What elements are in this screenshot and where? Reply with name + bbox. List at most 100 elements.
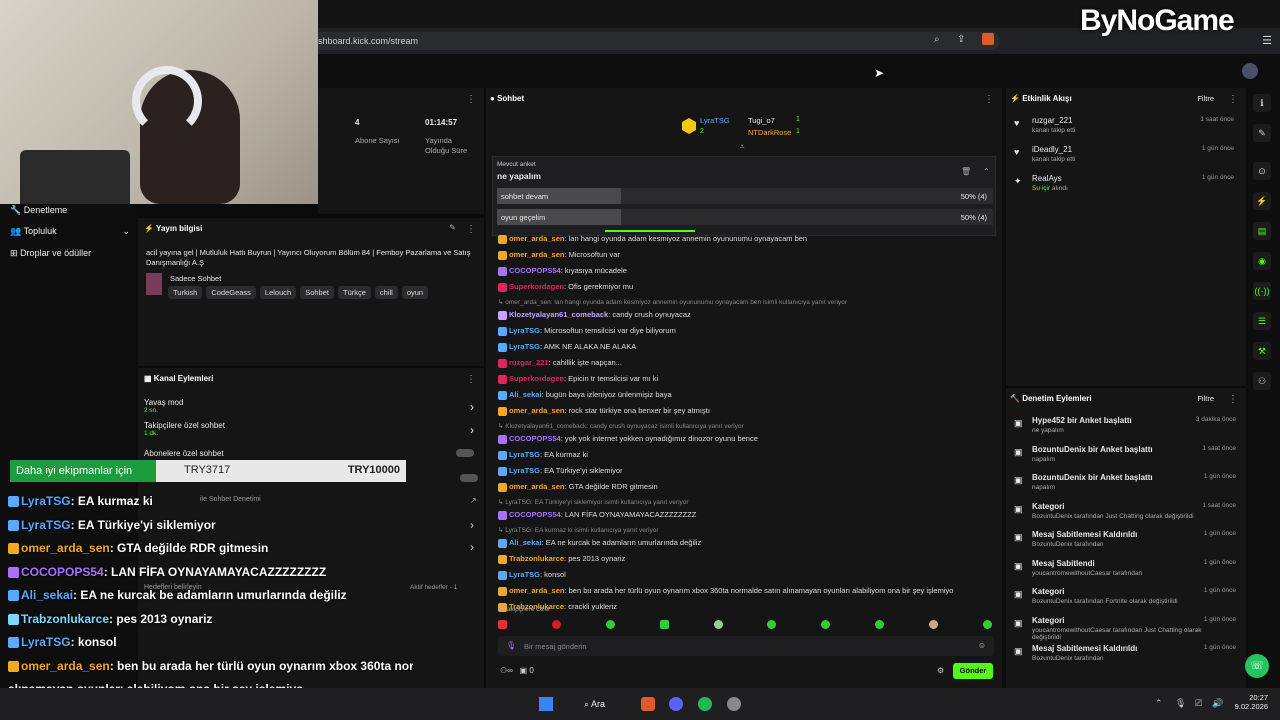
mic-icon[interactable]: 🎙 (506, 641, 516, 650)
chat-username[interactable]: Trabzonlukarce (509, 554, 564, 563)
chat-username[interactable]: Ali_sekai (509, 538, 542, 547)
chat-username[interactable]: LyraTSG (509, 570, 540, 579)
start-icon[interactable] (539, 697, 553, 711)
filter-button[interactable]: Filtre (1197, 94, 1214, 103)
chat-text: : EA ne kurcak be adamların umurlarında … (541, 538, 702, 547)
brave-icon[interactable] (641, 697, 655, 711)
chat-username[interactable]: omer_arda_sen (509, 406, 564, 415)
chat-username[interactable]: LyraTSG (509, 342, 540, 351)
subs-only-row[interactable]: Abonelere özel sohbet (144, 449, 478, 458)
broadcast-icon[interactable]: ((·)) (1253, 282, 1271, 300)
active-goals-label[interactable]: Aktif hedefler - 1 (410, 584, 457, 591)
top-user[interactable]: Tugi_o7 (748, 116, 775, 125)
doc-icon[interactable]: ▤ (1253, 222, 1271, 240)
overlay-chat-line: Trabzonlukarce: pes 2013 oynariz (8, 612, 212, 626)
emote-icon[interactable] (767, 620, 777, 629)
chat-username[interactable]: omer_arda_sen (509, 250, 564, 259)
emote-icon[interactable] (659, 620, 669, 629)
overlay-username: LyraTSG (21, 517, 71, 532)
mic-tray-icon[interactable]: 🎙 (1175, 698, 1186, 709)
app-icon[interactable] (727, 697, 741, 711)
poll-option[interactable]: oyun geçelim 50% (4) (497, 209, 993, 225)
chat-username[interactable]: LyraTSG (509, 326, 540, 335)
nav-item-moderation[interactable]: 🔧 Denetleme (10, 205, 67, 216)
gift-icon: ✦ (1014, 176, 1022, 186)
chat-username[interactable]: omer_arda_sen (509, 234, 564, 243)
trash-icon[interactable]: 🗑 (961, 167, 971, 176)
more-icon[interactable]: ⋮ (466, 94, 476, 105)
chat-username[interactable]: COCOPOPS54 (509, 434, 561, 443)
edit-icon[interactable]: ✎ (449, 223, 456, 232)
chat-username[interactable]: omer_arda_sen (509, 586, 564, 595)
network-icon[interactable]: ⎚ (1195, 698, 1202, 709)
chat-username[interactable]: Klozetyalayan61_comeback (509, 310, 608, 319)
send-button[interactable]: Gönder (953, 663, 993, 679)
volume-icon[interactable]: 🔊 (1212, 698, 1223, 709)
emote-icon[interactable] (551, 620, 561, 629)
toggle-switch[interactable] (456, 449, 474, 457)
top-user[interactable]: LyraTSG (700, 116, 730, 125)
emote-icon[interactable] (713, 620, 723, 629)
people-icon[interactable]: ⚇ (1253, 372, 1271, 390)
nav-item-drops[interactable]: ⊞ Droplar ve ödüller (10, 248, 91, 259)
hammer-icon[interactable]: ⚒ (1253, 342, 1271, 360)
emoji-icon[interactable]: ☺ (978, 641, 986, 650)
nav-item-community[interactable]: 👥 Topluluk ⌄ (10, 226, 130, 237)
chat-username[interactable]: Ali_sekai (509, 390, 542, 399)
list-icon[interactable]: ☰ (1253, 312, 1271, 330)
chat-input[interactable]: 🎙 Bir mesaj gönderin ☺ (498, 636, 994, 656)
discord-icon[interactable] (669, 697, 683, 711)
bolt-icon[interactable]: ⚡ (1253, 192, 1271, 210)
brave-shield-icon[interactable] (982, 33, 994, 45)
target-icon[interactable]: ⊙ (1253, 162, 1271, 180)
chat-icon[interactable]: ◉ (1253, 252, 1271, 270)
url-field[interactable]: shboard.kick.com/stream (310, 32, 1000, 50)
clock[interactable]: 20:27 9.02.2026 (1232, 693, 1268, 711)
filter-button[interactable]: Filtre (1197, 394, 1214, 403)
emote-icon[interactable] (929, 620, 938, 629)
followers-only-row[interactable]: Takipçilere özel sohbet 1 dk. › (144, 421, 478, 437)
more-icon[interactable]: ⋮ (984, 94, 994, 105)
share-icon[interactable]: ⇪ (957, 34, 965, 45)
support-icon[interactable]: ☏ (1245, 654, 1269, 678)
pencil-icon[interactable]: ✎ (1253, 124, 1271, 142)
emote-icon[interactable] (875, 620, 885, 629)
chevron-right-icon[interactable]: › (470, 540, 474, 554)
more-icon[interactable]: ⋮ (466, 224, 476, 235)
emote-icon[interactable] (498, 620, 507, 629)
external-link-icon[interactable]: ↗ (470, 496, 477, 505)
chat-username[interactable]: COCOPOPS54 (509, 510, 561, 519)
chat-username[interactable]: COCOPOPS54 (509, 266, 561, 275)
poll-option[interactable]: sohbet devam 50% (4) (497, 188, 993, 204)
activity-user: iDeadly_21 (1032, 145, 1073, 154)
chat-username[interactable]: LyraTSG (509, 466, 540, 475)
menu-icon[interactable]: ☰ (1262, 34, 1272, 47)
emote-icon[interactable] (982, 620, 992, 629)
info-icon[interactable]: ℹ (1253, 94, 1271, 112)
chat-username[interactable]: Superkordagen (509, 374, 564, 383)
chat-username[interactable]: ruzgar_221 (509, 358, 549, 367)
more-icon[interactable]: ⋮ (1228, 94, 1238, 105)
emote-icon[interactable] (821, 620, 831, 629)
toggle-switch-2[interactable] (460, 474, 478, 482)
overlay-text: : pes 2013 oynariz (109, 611, 213, 626)
top-user[interactable]: NTDarkRose (748, 128, 791, 137)
slow-mode-row[interactable]: Yavaş mod 2 sn. › (144, 398, 478, 414)
badge-icon (498, 234, 507, 244)
more-icon[interactable]: ⋮ (466, 374, 476, 385)
chevron-right-icon[interactable]: › (470, 518, 474, 532)
chat-username[interactable]: omer_arda_sen (509, 482, 564, 491)
spotify-icon[interactable] (698, 697, 712, 711)
avatar[interactable] (1242, 63, 1258, 79)
chat-username[interactable]: LyraTSG (509, 450, 540, 459)
expand-icon[interactable]: ⩡ (740, 142, 745, 152)
more-icon[interactable]: ⋮ (1228, 394, 1238, 405)
emote-icon[interactable] (605, 620, 615, 629)
zoom-icon[interactable]: ⌕ (934, 34, 940, 45)
chevron-up-icon[interactable]: ⌃ (983, 167, 990, 176)
tray-chevron-icon[interactable]: ⌃ (1155, 698, 1163, 709)
chat-moderation-link[interactable]: ile Sohbet Denetimi (200, 496, 261, 503)
taskbar-search[interactable]: ⌕ Ara (584, 699, 605, 710)
chat-username[interactable]: Superkordagen (509, 282, 564, 291)
settings-icon[interactable]: ⚙ (937, 666, 944, 675)
